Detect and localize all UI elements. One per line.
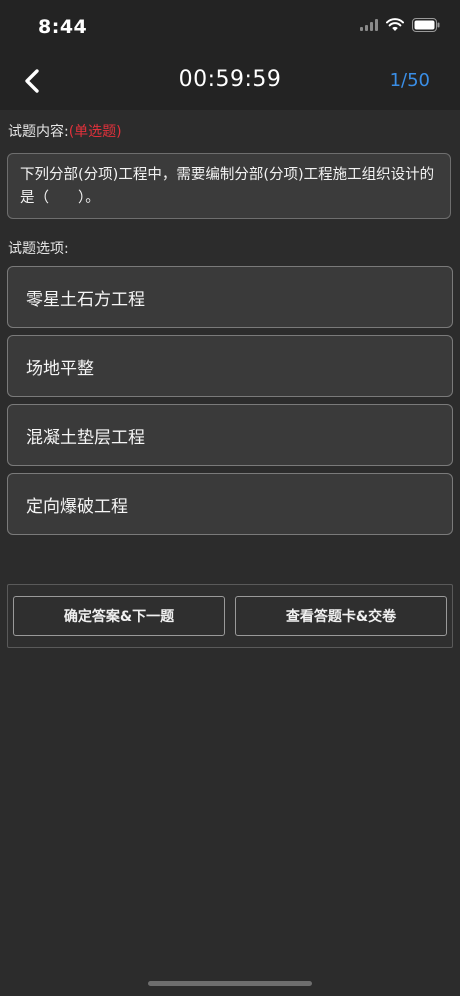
status-time: 8:44 xyxy=(38,16,88,38)
options-label: 试题选项: xyxy=(8,241,69,257)
nav-bar: 00:59:59 1/50 xyxy=(0,52,460,110)
status-bar: 8:44 xyxy=(0,0,460,52)
signal-icon xyxy=(360,19,378,31)
question-text: 下列分部(分项)工程中，需要编制分部(分项)工程施工组织设计的是（ ）。 xyxy=(7,153,451,219)
option-item[interactable]: 混凝土垫层工程 xyxy=(7,404,453,466)
answer-card-submit-button[interactable]: 查看答题卡&交卷 xyxy=(235,596,447,636)
action-bar: 确定答案&下一题 查看答题卡&交卷 xyxy=(7,584,453,648)
option-text: 零星土石方工程 xyxy=(26,289,145,310)
option-item[interactable]: 零星土石方工程 xyxy=(7,266,453,328)
confirm-next-button[interactable]: 确定答案&下一题 xyxy=(13,596,225,636)
wifi-icon xyxy=(386,18,404,32)
option-text: 混凝土垫层工程 xyxy=(26,427,145,448)
home-indicator xyxy=(148,981,312,986)
question-label-row: 试题内容:(单选题) xyxy=(8,121,122,141)
option-text: 定向爆破工程 xyxy=(26,496,128,517)
option-text: 场地平整 xyxy=(26,358,94,379)
battery-icon xyxy=(412,18,440,32)
question-progress[interactable]: 1/50 xyxy=(390,70,430,91)
question-label: 试题内容: xyxy=(8,124,69,140)
status-icons xyxy=(360,18,440,32)
question-type: (单选题) xyxy=(68,124,122,140)
option-item[interactable]: 场地平整 xyxy=(7,335,453,397)
option-item[interactable]: 定向爆破工程 xyxy=(7,473,453,535)
